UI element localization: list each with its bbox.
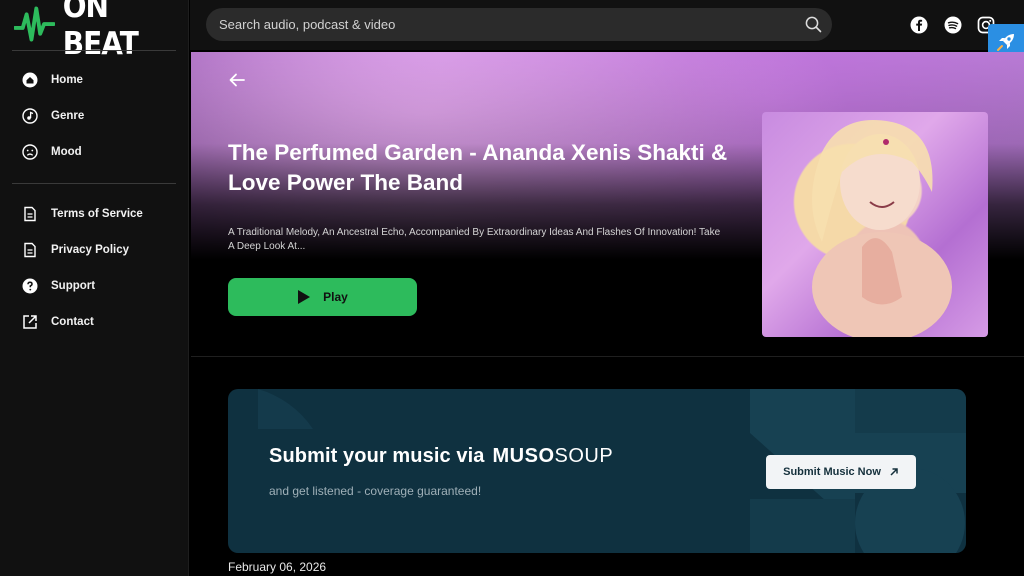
home-icon (22, 72, 38, 88)
music-note-icon (22, 108, 38, 124)
document-icon (22, 242, 38, 258)
promo-title: Submit your music via MUSOSOUP (269, 445, 613, 468)
help-icon (22, 278, 38, 294)
sidebar-divider (12, 183, 176, 184)
logo-text: ON BEAT (62, 0, 139, 62)
arrow-up-right-icon (890, 468, 898, 476)
sidebar-item-label: Privacy Policy (51, 244, 129, 256)
logo[interactable]: ON BEAT (14, 0, 188, 62)
submit-music-label: Submit Music Now (783, 466, 881, 478)
hero-banner: The Perfumed Garden - Ananda Xenis Shakt… (191, 52, 1024, 357)
external-link-icon (22, 314, 38, 330)
search-input[interactable] (219, 17, 779, 32)
brand-bold: MUSO (492, 445, 555, 467)
musosoup-logo: MUSOSOUP (493, 445, 614, 468)
sidebar-item-contact[interactable]: Contact (22, 310, 94, 334)
brand-light: SOUP (554, 445, 614, 467)
back-arrow-icon[interactable] (227, 70, 247, 95)
hero-description: A Traditional Melody, An Ancestral Echo,… (228, 227, 721, 252)
top-bar (190, 0, 1024, 60)
cover-art (762, 112, 988, 337)
waveform-icon (14, 6, 55, 42)
sidebar-item-label: Genre (51, 110, 85, 122)
search-icon[interactable] (805, 16, 822, 38)
sidebar-divider (12, 50, 176, 51)
sidebar-item-label: Terms of Service (51, 208, 143, 220)
sidebar-item-privacy[interactable]: Privacy Policy (22, 238, 129, 262)
sidebar-item-home[interactable]: Home (22, 68, 83, 92)
sidebar: ON BEAT Home Genre Mood Terms of Service… (0, 0, 189, 576)
sidebar-item-label: Home (51, 74, 83, 86)
promo-subtitle: and get listened - coverage guaranteed! (269, 484, 482, 498)
spotify-icon[interactable] (944, 16, 962, 34)
search-bar (206, 8, 832, 41)
document-icon (22, 206, 38, 222)
sidebar-item-label: Support (51, 280, 96, 292)
rocket-icon (997, 34, 1014, 51)
sidebar-item-support[interactable]: Support (22, 274, 95, 298)
play-button-label: Play (323, 290, 348, 304)
face-icon (22, 144, 38, 160)
sidebar-item-genre[interactable]: Genre (22, 104, 84, 128)
promo-title-text: Submit your music via (269, 445, 485, 467)
post-date: February 06, 2026 (228, 560, 327, 574)
play-button[interactable]: Play (228, 278, 417, 316)
facebook-icon[interactable] (910, 16, 928, 34)
page-title: The Perfumed Garden - Ananda Xenis Shakt… (228, 140, 728, 195)
submit-music-button[interactable]: Submit Music Now (766, 455, 916, 489)
sidebar-item-terms[interactable]: Terms of Service (22, 202, 143, 226)
sidebar-item-mood[interactable]: Mood (22, 140, 82, 164)
sidebar-item-label: Mood (51, 146, 82, 158)
play-icon (298, 290, 311, 304)
sidebar-item-label: Contact (51, 316, 94, 328)
promo-banner: Submit your music via MUSOSOUP and get l… (228, 389, 966, 553)
